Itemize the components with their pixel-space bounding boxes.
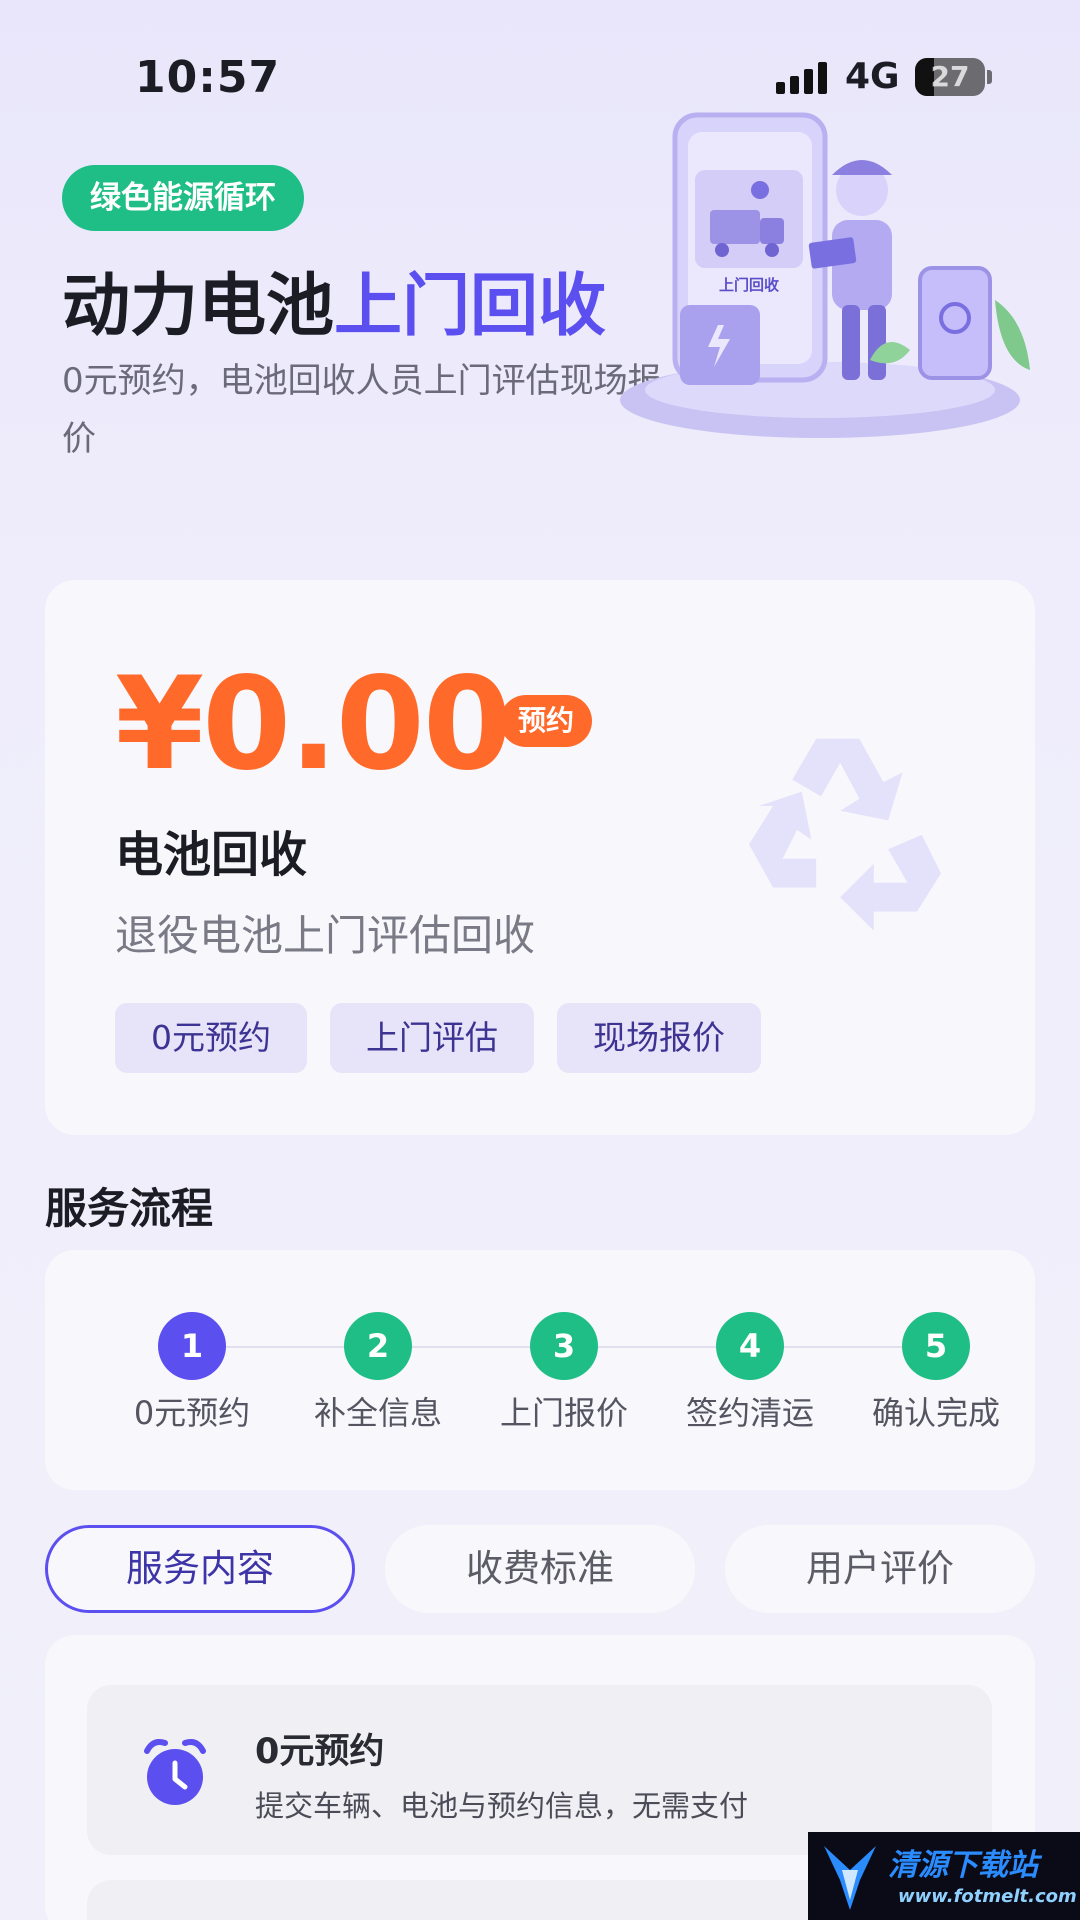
step-label: 0元预约 (133, 1394, 251, 1432)
chip-onsite-evaluation: 上门评估 (330, 1003, 534, 1073)
illustration-label: 上门回收 (719, 276, 779, 294)
price-value: ¥0.00 (115, 650, 512, 799)
alarm-clock-icon (144, 1739, 206, 1805)
chip-free-booking: 0元预约 (115, 1003, 307, 1073)
step-1: 1 0元预约 (99, 1312, 285, 1434)
tab-service-content[interactable]: 服务内容 (45, 1525, 355, 1613)
hero-badge: 绿色能源循环 (62, 165, 304, 231)
tab-fee-standard[interactable]: 收费标准 (385, 1525, 695, 1613)
watermark-url: www.fotmelt.com (898, 1886, 1077, 1907)
battery-level: 27 (930, 60, 970, 93)
battery-tip (987, 70, 992, 84)
feature-chips: 0元预约 上门评估 现场报价 (115, 1003, 761, 1073)
step-number: 4 (716, 1312, 784, 1380)
step-label: 签约清运 (685, 1394, 814, 1432)
status-time: 10:57 (135, 52, 281, 103)
watermark-logo-icon (824, 1846, 876, 1910)
card-description: 退役电池上门评估回收 (115, 911, 536, 960)
step-number: 3 (530, 1312, 598, 1380)
list-item: 0元预约 提交车辆、电池与预约信息，无需支付 (87, 1685, 992, 1855)
recycling-worker-illustration: 上门回收 (620, 112, 1030, 438)
item-description: 提交车辆、电池与预约信息，无需支付 (255, 1789, 749, 1823)
hero-title-accent: 上门回收 (334, 267, 607, 346)
step-label: 补全信息 (313, 1394, 442, 1432)
watermark-name: 清源下载站 (888, 1848, 1038, 1883)
network-type: 4G (845, 56, 900, 97)
step-label: 确认完成 (871, 1394, 1000, 1432)
step-number: 1 (158, 1312, 226, 1380)
recycle-icon (749, 738, 941, 931)
tab-user-reviews[interactable]: 用户评价 (725, 1525, 1035, 1613)
watermark: 清源下载站 www.fotmelt.com (808, 1832, 1080, 1920)
content-tabs: 服务内容 收费标准 用户评价 (45, 1525, 1035, 1613)
step-3: 3 上门报价 (471, 1312, 657, 1434)
battery-icon: 27 (915, 58, 985, 96)
price-tag: 预约 (500, 695, 593, 747)
item-title: 0元预约 (255, 1732, 385, 1772)
hero-subtitle: 0元预约，电池回收人员上门评估现场报价 (62, 361, 662, 459)
hero-title: 动力电池上门回收 (62, 250, 606, 349)
chip-onsite-quote: 现场报价 (557, 1003, 761, 1073)
step-number: 2 (344, 1312, 412, 1380)
signal-icon (776, 62, 828, 94)
hero-title-main: 动力电池 (62, 267, 335, 346)
process-card: 1 0元预约 2 补全信息 3 上门报价 4 签约清运 5 确认完成 (45, 1250, 1035, 1490)
step-number: 5 (902, 1312, 970, 1380)
step-2: 2 补全信息 (285, 1312, 471, 1434)
card-title: 电池回收 (115, 827, 308, 883)
step-label: 上门报价 (499, 1394, 628, 1432)
price-card[interactable]: ¥0.00 预约 电池回收 退役电池上门评估回收 0元预约 上门评估 现场报价 (45, 580, 1035, 1135)
process-section-title: 服务流程 (45, 1184, 214, 1233)
step-4: 4 签约清运 (657, 1312, 843, 1434)
step-5: 5 确认完成 (843, 1312, 1029, 1434)
